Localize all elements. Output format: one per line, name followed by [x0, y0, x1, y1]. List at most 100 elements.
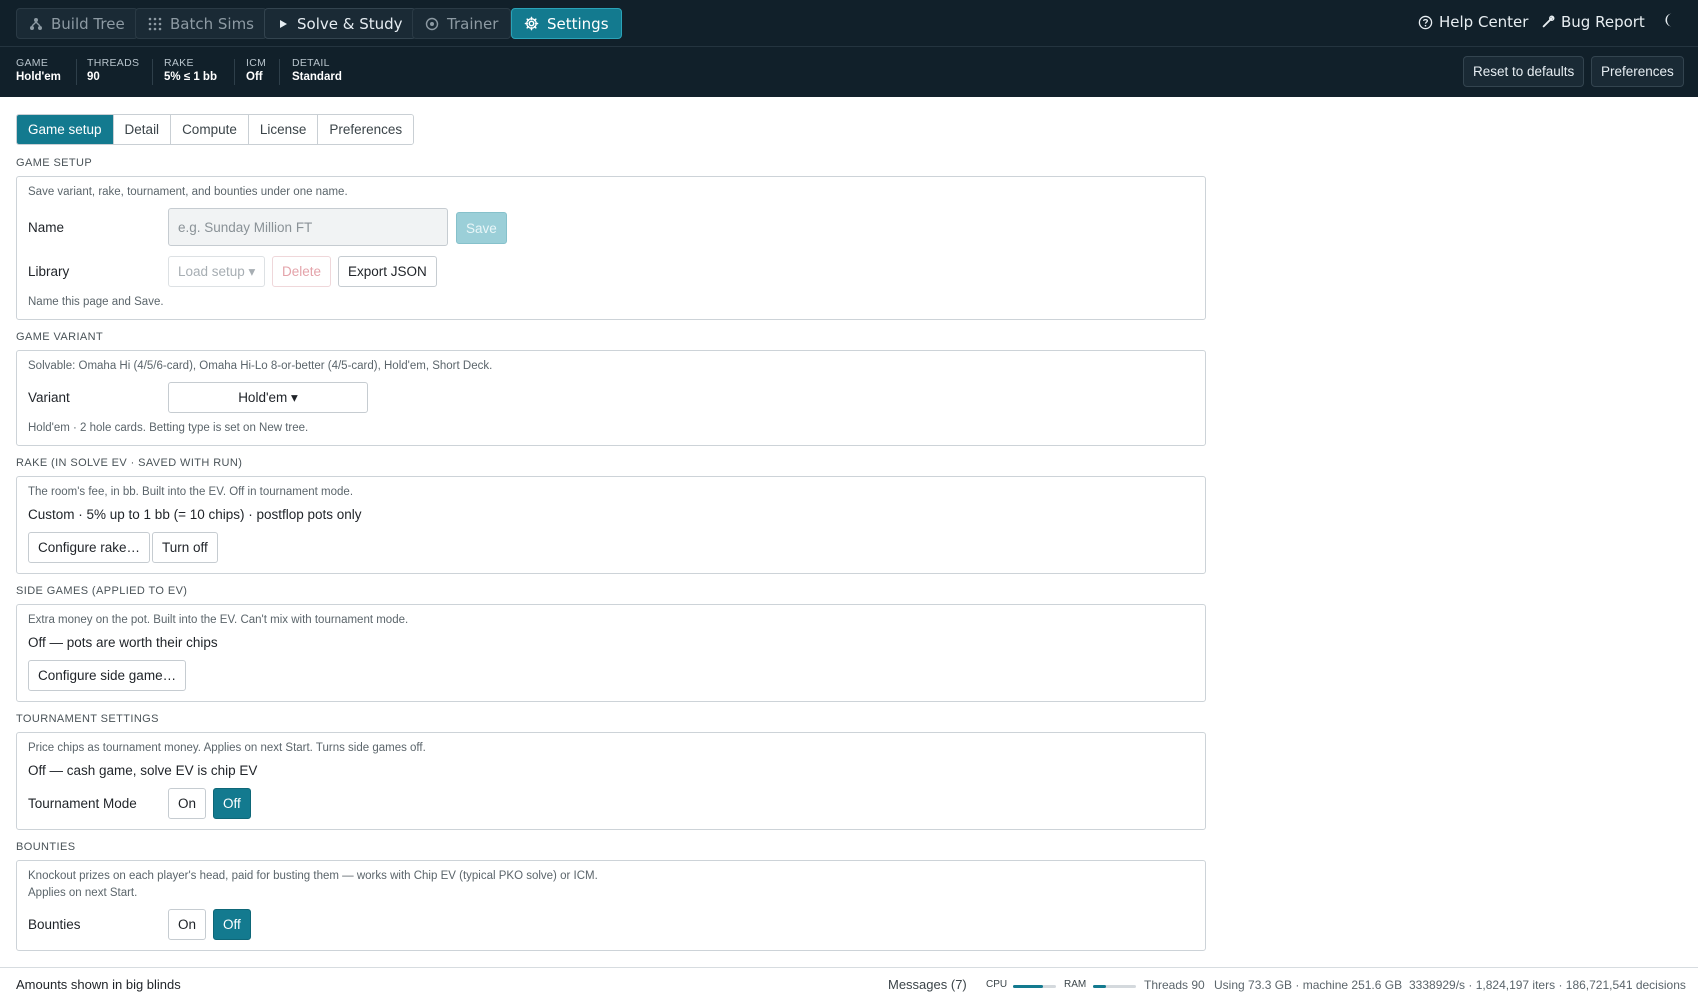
theme-toggle-button[interactable] [1662, 12, 1676, 28]
moon-icon [1665, 13, 1672, 27]
status-icm: ICM Off [246, 57, 276, 83]
bounties-card: Knockout prizes on each player's head, p… [16, 860, 1206, 951]
status-game-key: GAME [16, 57, 49, 69]
tab-detail[interactable]: Detail [113, 115, 172, 144]
tab-license[interactable]: License [248, 115, 319, 144]
side-games-card: Extra money on the pot. Built into the E… [16, 604, 1206, 702]
tournament-title: TOURNAMENT SETTINGS [16, 713, 159, 725]
status-rake-value: 5% ≤ 1 bb [164, 71, 217, 83]
name-label: Name [28, 220, 65, 235]
bounties-off[interactable]: Off [213, 909, 251, 940]
reset-defaults-button[interactable]: Reset to defaults [1463, 56, 1585, 87]
status-summary-bar: GAME Hold'em THREADS 90 RAKE 5% ≤ 1 bb I… [0, 47, 1698, 97]
status-divider [152, 59, 153, 85]
configure-side-game-button[interactable]: Configure side game… [28, 660, 187, 691]
variant-select[interactable]: Hold'em ▾ [168, 382, 368, 413]
side-games-value: Off — pots are worth their chips [28, 635, 218, 650]
cpu-label: CPU [986, 979, 1008, 990]
tournament-value: Off — cash game, solve EV is chip EV [28, 763, 258, 778]
status-divider [234, 59, 235, 85]
side-games-title: SIDE GAMES (APPLIED TO EV) [16, 585, 188, 597]
status-footer: Amounts shown in big blinds Messages (7)… [0, 967, 1698, 1003]
status-icm-key: ICM [246, 57, 267, 69]
game-setup-card: Save variant, rake, tournament, and boun… [16, 176, 1206, 320]
side-games-hint: Extra money on the pot. Built into the E… [28, 614, 409, 626]
bounties-label: Bounties [28, 917, 81, 932]
settings-tabs: Game setup Detail Compute License Prefer… [16, 114, 415, 145]
preferences-button[interactable]: Preferences [1591, 56, 1684, 87]
status-threads: THREADS 90 [87, 57, 149, 83]
status-rake: RAKE 5% ≤ 1 bb [164, 57, 227, 83]
grid-icon [148, 17, 162, 30]
rake-value: Custom · 5% up to 1 bb (= 10 chips) · po… [28, 507, 362, 522]
ram-label: RAM [1064, 979, 1087, 990]
status-detail-key: DETAIL [292, 57, 330, 69]
library-label: Library [28, 264, 70, 279]
ram-meter-fill [1093, 985, 1106, 988]
solve-study-label: Solve & Study [297, 14, 403, 33]
tab-preferences[interactable]: Preferences [318, 115, 414, 144]
cpu-meter [1013, 985, 1056, 988]
status-icm-value: Off [246, 71, 263, 83]
game-variant-hint: Solvable: Omaha Hi (4/5/6-card), Omaha H… [28, 360, 493, 372]
tournament-mode-on[interactable]: On [168, 788, 207, 819]
bounties-hint-2: Applies on next Start. [28, 887, 138, 899]
save-button[interactable]: Save [456, 212, 507, 244]
game-setup-hint: Save variant, rake, tournament, and boun… [28, 186, 348, 198]
setup-name-input[interactable]: e.g. Sunday Million FT [168, 208, 448, 246]
game-setup-title: GAME SETUP [16, 157, 93, 169]
help-center-link[interactable]: Help Center [1418, 13, 1528, 31]
target-icon [425, 17, 439, 30]
bounties-on[interactable]: On [168, 909, 207, 940]
build-tree-button[interactable]: Build Tree [16, 8, 138, 39]
tab-compute[interactable]: Compute [171, 115, 249, 144]
tournament-card: Price chips as tournament money. Applies… [16, 732, 1206, 830]
cpu-meter-fill [1013, 985, 1044, 988]
tab-game-setup[interactable]: Game setup [17, 115, 114, 144]
amounts-note: Amounts shown in big blinds [16, 977, 181, 992]
status-rake-key: RAKE [164, 57, 194, 69]
messages-button[interactable]: Messages (7) [888, 977, 967, 992]
status-threads-value: 90 [87, 71, 100, 83]
ram-meter [1093, 985, 1136, 988]
gear-icon [524, 16, 539, 31]
bounties-title: BOUNTIES [16, 841, 76, 853]
status-detail-value: Standard [292, 71, 342, 83]
threads-count: Threads 90 [1144, 978, 1205, 992]
batch-sims-button[interactable]: Batch Sims [135, 8, 268, 39]
tournament-hint: Price chips as tournament money. Applies… [28, 742, 426, 754]
help-center-label: Help Center [1439, 13, 1529, 31]
configure-rake-button[interactable]: Configure rake… [28, 532, 151, 563]
rake-card: The room's fee, in bb. Built into the EV… [16, 476, 1206, 574]
memory-usage: Using 73.3 GB · machine 251.6 GB [1214, 978, 1403, 992]
status-game: GAME Hold'em [16, 57, 71, 83]
settings-label: Settings [547, 14, 609, 33]
trainer-label: Trainer [447, 14, 499, 33]
load-setup-select[interactable]: Load setup ▾ [168, 256, 266, 287]
wrench-icon [1542, 15, 1555, 28]
rake-hint: The room's fee, in bb. Built into the EV… [28, 486, 354, 498]
solve-study-button[interactable]: Solve & Study [264, 8, 416, 39]
turn-off-rake-button[interactable]: Turn off [152, 532, 218, 563]
bug-report-link[interactable]: Bug Report [1541, 13, 1645, 31]
bounties-hint: Knockout prizes on each player's head, p… [28, 870, 598, 882]
delete-button[interactable]: Delete [272, 256, 332, 287]
game-variant-title: GAME VARIANT [16, 331, 104, 343]
export-json-button[interactable]: Export JSON [338, 256, 437, 287]
status-threads-key: THREADS [87, 57, 140, 69]
solver-stats: 3338929/s · 1,824,197 iters · 186,721,54… [1409, 978, 1686, 992]
bug-report-label: Bug Report [1561, 13, 1645, 31]
play-icon [280, 19, 287, 28]
trainer-button[interactable]: Trainer [412, 8, 512, 39]
top-nav-bar: Build Tree Batch Sims Solve & Study Trai… [0, 0, 1698, 47]
settings-button[interactable]: Settings [511, 8, 622, 39]
build-tree-label: Build Tree [51, 14, 125, 33]
game-variant-card: Solvable: Omaha Hi (4/5/6-card), Omaha H… [16, 350, 1206, 446]
status-game-value: Hold'em [16, 71, 61, 83]
batch-sims-label: Batch Sims [170, 14, 255, 33]
variant-label: Variant [28, 390, 70, 405]
tournament-mode-off[interactable]: Off [213, 788, 251, 819]
rake-title: RAKE (IN SOLVE EV · SAVED WITH RUN) [16, 457, 243, 469]
status-detail: DETAIL Standard [292, 57, 352, 83]
tournament-mode-label: Tournament Mode [28, 796, 137, 811]
